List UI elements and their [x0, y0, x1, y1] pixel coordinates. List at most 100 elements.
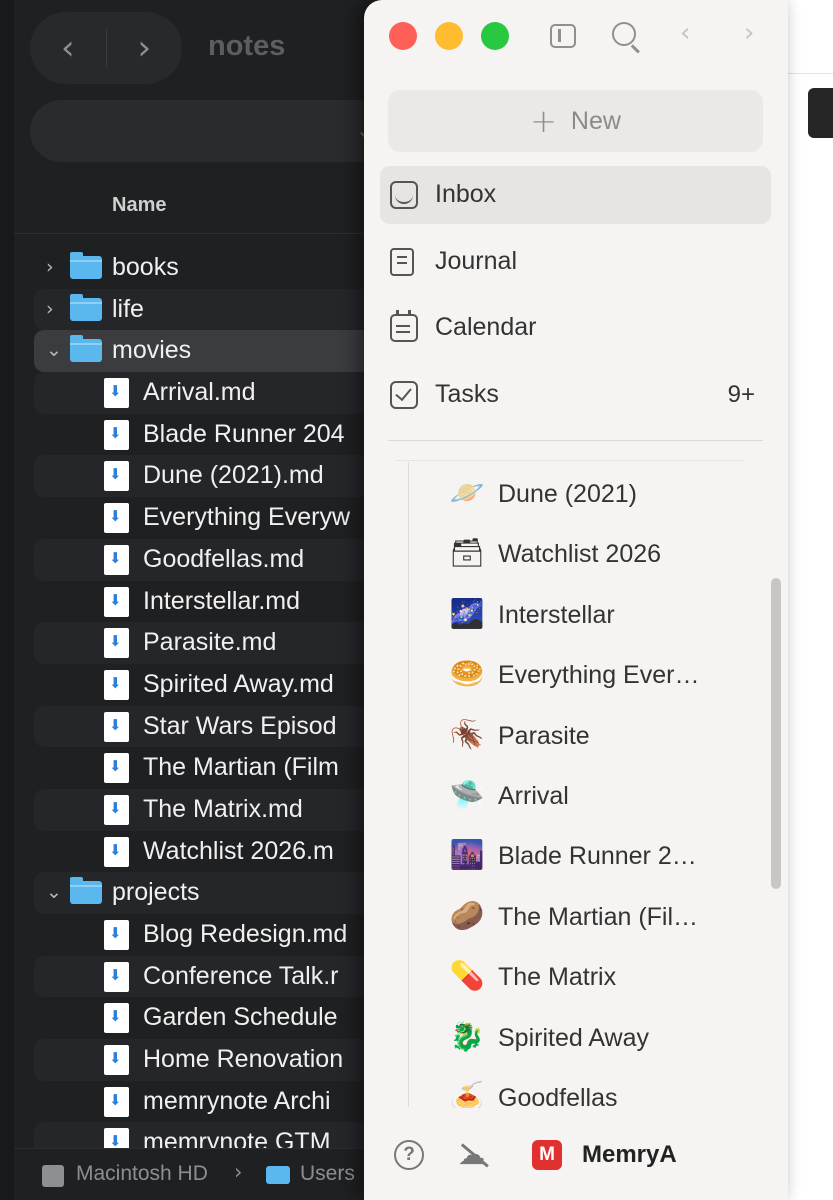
row-label: Home Renovation	[143, 1045, 344, 1074]
background-dark-control[interactable]	[808, 88, 833, 138]
file-row[interactable]: memrynote Archi	[34, 1081, 380, 1123]
folder-icon	[70, 877, 102, 905]
sync-off-icon[interactable]: ☁	[458, 1138, 486, 1171]
minimize-button[interactable]	[435, 22, 463, 50]
page-title: The Martian (Fil…	[498, 902, 699, 931]
memrynote-window: ‹ › + New Inbox Journal Calendar Tasks 9+ 🪐 D…	[364, 0, 788, 1200]
page-list-item[interactable]: 🪐 Dune (2021)	[444, 470, 744, 516]
file-row[interactable]: Conference Talk.r	[34, 955, 380, 998]
file-row[interactable]: The Matrix.md	[34, 788, 380, 831]
markdown-file-icon	[104, 461, 129, 492]
page-list-scrollbar[interactable]	[771, 578, 781, 889]
file-row[interactable]: Blog Redesign.md	[34, 914, 380, 956]
new-button[interactable]: + New	[388, 90, 763, 152]
nav-divider	[388, 440, 763, 441]
path-folder[interactable]: Users	[300, 1162, 355, 1186]
page-list-item[interactable]: 🛸 Arrival	[444, 772, 744, 818]
file-row[interactable]: Garden Schedule	[34, 997, 380, 1039]
page-title: Interstellar	[498, 600, 615, 629]
finder-title: notes	[208, 30, 286, 62]
forward-arrow-icon[interactable]: ›	[744, 18, 754, 48]
page-emoji-icon: 🌌	[449, 596, 485, 630]
disclosure-collapsed-icon[interactable]: ›	[46, 289, 62, 331]
path-bar: Macintosh HD › Users	[14, 1148, 380, 1200]
finder-toolbar-pill[interactable]: ⌄	[30, 100, 380, 162]
row-label: The Martian (Film	[143, 753, 339, 782]
page-list-item[interactable]: 🥔 The Martian (Fil…	[444, 893, 744, 939]
forward-chevron-icon[interactable]: ›	[107, 12, 183, 84]
page-list-item[interactable]: 🌆 Blade Runner 2…	[444, 832, 744, 878]
workspace-badge[interactable]: M	[532, 1140, 562, 1170]
page-title: Dune (2021)	[498, 480, 637, 508]
page-list-item[interactable]: 🪳 Parasite	[444, 712, 744, 758]
page-list-item[interactable]: 🐉 Spirited Away	[444, 1014, 744, 1060]
zoom-button[interactable]	[481, 22, 509, 50]
markdown-file-icon	[104, 419, 129, 450]
file-row[interactable]: Everything Everyw	[34, 497, 380, 539]
file-row[interactable]: The Martian (Film	[34, 747, 380, 789]
file-row[interactable]: Parasite.md	[34, 622, 380, 664]
folder-icon	[70, 252, 102, 279]
disclosure-expanded-icon[interactable]: ⌄	[46, 330, 62, 372]
page-emoji-icon: 🪳	[449, 717, 485, 751]
row-label: Garden Schedule	[143, 1003, 338, 1032]
workspace-name[interactable]: MemryA	[582, 1141, 677, 1169]
path-disk[interactable]: Macintosh HD	[76, 1162, 208, 1186]
file-row[interactable]: Home Renovation	[34, 1039, 380, 1081]
folder-row[interactable]: › books	[34, 247, 380, 289]
markdown-file-icon	[104, 1003, 129, 1034]
file-row[interactable]: Star Wars Episod	[34, 705, 380, 748]
page-emoji-icon: 🪐	[449, 476, 485, 509]
markdown-file-icon	[104, 586, 129, 617]
disclosure-expanded-icon[interactable]: ⌄	[46, 872, 62, 914]
file-row[interactable]: Goodfellas.md	[34, 538, 380, 581]
file-row[interactable]: Interstellar.md	[34, 581, 380, 623]
finder-nav-buttons: ‹ ›	[30, 12, 182, 84]
row-label: books	[112, 253, 179, 281]
name-column-header[interactable]: Name	[112, 194, 166, 217]
folder-row[interactable]: ⌄ projects	[34, 872, 380, 914]
page-title: Blade Runner 2…	[498, 842, 697, 871]
column-header[interactable]: Name	[14, 180, 380, 234]
tasks-count-badge: 9+	[727, 381, 755, 408]
file-row[interactable]: Dune (2021).md	[34, 455, 380, 498]
nav-item-tasks[interactable]: Tasks 9+	[380, 366, 771, 424]
row-label: Goodfellas.md	[143, 544, 305, 573]
folder-icon	[266, 1166, 290, 1184]
back-chevron-icon[interactable]: ‹	[30, 12, 106, 84]
page-list-item[interactable]: 💊 The Matrix	[444, 953, 744, 999]
nav-item-inbox[interactable]: Inbox	[380, 166, 771, 224]
nav-item-journal[interactable]: Journal	[380, 233, 771, 291]
nav-item-label: Tasks	[435, 380, 499, 408]
file-row[interactable]: Spirited Away.md	[34, 664, 380, 706]
tasks-icon	[390, 381, 418, 409]
file-row[interactable]: Watchlist 2026.m	[34, 831, 380, 873]
file-row[interactable]: Arrival.md	[34, 372, 380, 414]
disclosure-collapsed-icon[interactable]: ›	[46, 247, 62, 289]
page-list-item[interactable]: 🌌 Interstellar	[444, 591, 744, 637]
row-label: Dune (2021).md	[143, 461, 324, 490]
page-title: Watchlist 2026	[498, 540, 662, 569]
sidebar-footer: ? ☁ M MemryA	[364, 1108, 788, 1200]
nav-item-calendar[interactable]: Calendar	[380, 299, 771, 357]
search-icon[interactable]	[612, 22, 636, 46]
page-list-item[interactable]: 🗃 Watchlist 2026	[444, 530, 744, 576]
new-button-label: New	[570, 106, 621, 135]
page-list-item[interactable]: 🥯 Everything Ever…	[444, 651, 744, 697]
file-row[interactable]: Blade Runner 204	[34, 414, 380, 456]
folder-row[interactable]: ⌄ movies	[34, 330, 380, 373]
sidebar-toggle-icon[interactable]	[550, 24, 576, 48]
row-label: projects	[112, 878, 200, 907]
journal-icon	[390, 248, 414, 276]
markdown-file-icon	[104, 794, 129, 825]
close-button[interactable]	[389, 22, 417, 50]
markdown-file-icon	[104, 628, 129, 659]
back-arrow-icon[interactable]: ‹	[680, 18, 690, 48]
help-icon[interactable]: ?	[394, 1140, 424, 1170]
row-label: memrynote Archi	[143, 1086, 331, 1115]
folder-row[interactable]: › life	[34, 288, 380, 331]
row-label: Watchlist 2026.m	[143, 836, 334, 865]
nav-item-label: Journal	[435, 247, 517, 275]
background-toolbar-divider	[786, 73, 833, 74]
markdown-file-icon	[104, 503, 129, 534]
